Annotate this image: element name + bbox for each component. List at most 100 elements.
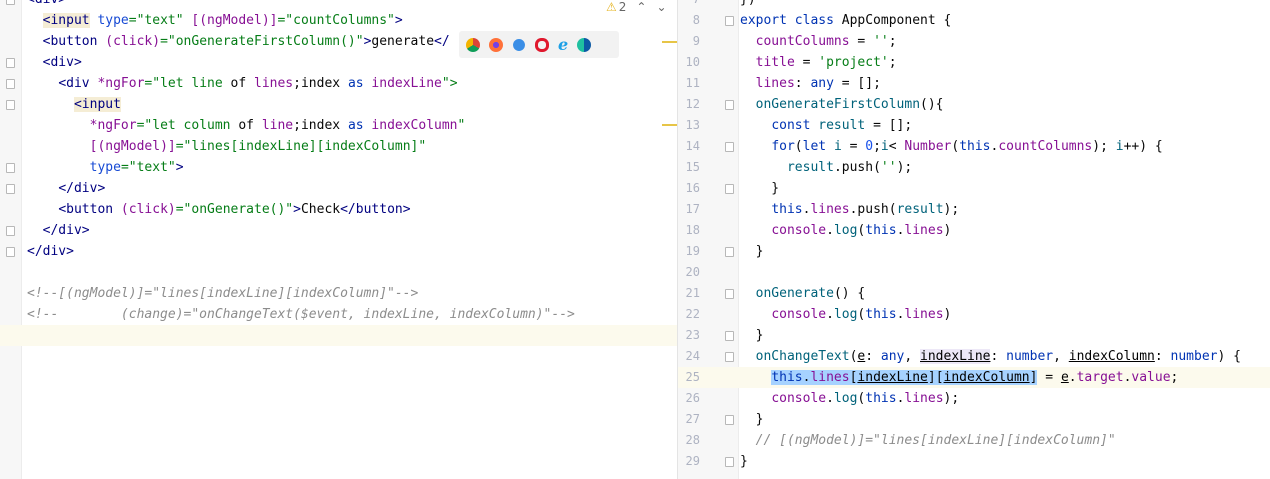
opera-icon[interactable] (535, 37, 549, 52)
fold-icon[interactable] (725, 247, 734, 257)
code-token: i (1115, 139, 1124, 154)
code-line[interactable]: type="text"> (0, 157, 677, 178)
code-line[interactable]: 24 onChangeText(e: any, indexLine: numbe… (678, 346, 1270, 367)
code-line[interactable]: 26 console.log(this.lines); (678, 388, 1270, 409)
code-line[interactable]: 7}) (678, 0, 1270, 10)
code-line[interactable]: 17 this.lines.push(result); (678, 199, 1270, 220)
ie-icon[interactable]: e (558, 36, 568, 52)
code-token: . (826, 307, 834, 322)
code-token: value (1131, 370, 1171, 385)
line-number: 25 (685, 370, 700, 384)
line-number: 13 (685, 118, 700, 132)
code-line[interactable]: 18 console.log(this.lines) (678, 220, 1270, 241)
code-token: log (833, 307, 858, 322)
code-line[interactable]: <button (click)="onGenerate()">Check</bu… (0, 199, 677, 220)
code-line[interactable]: *ngFor="let column of line;index as inde… (0, 115, 677, 136)
previous-highlight-button[interactable]: ⌃ (636, 0, 646, 14)
fold-icon[interactable] (6, 247, 15, 257)
ts-editor-pane[interactable]: 7})8export class AppComponent {9 countCo… (678, 0, 1270, 479)
code-text: console.log(this.lines) (740, 304, 951, 325)
code-text: <div> (27, 0, 66, 10)
code-line[interactable]: 12 onGenerateFirstColumn(){ (678, 94, 1270, 115)
code-text: onGenerate() { (740, 283, 866, 304)
code-line[interactable]: 23 } (678, 325, 1270, 346)
next-highlight-button[interactable]: ⌄ (656, 0, 666, 14)
fold-icon[interactable] (6, 100, 15, 110)
code-line[interactable]: [(ngModel)]="lines[indexLine][indexColum… (0, 136, 677, 157)
code-token: generate (371, 34, 435, 49)
safari-icon[interactable] (513, 38, 525, 51)
fold-icon[interactable] (725, 184, 734, 194)
code-line[interactable]: </div> (0, 220, 677, 241)
html-editor-pane[interactable]: <div> <input type="text" [(ngModel)]="co… (0, 0, 677, 479)
warning-icon: ⚠ (606, 0, 617, 14)
code-token: of (238, 118, 254, 133)
fold-icon[interactable] (6, 0, 15, 5)
chrome-icon[interactable] (466, 37, 480, 52)
code-token: '' (880, 160, 897, 175)
fold-icon[interactable] (725, 457, 734, 467)
code-line[interactable]: <!--[(ngModel)]="lines[indexLine][indexC… (0, 283, 677, 304)
code-token: . (826, 391, 834, 406)
warning-marker[interactable] (662, 124, 677, 126)
code-line[interactable]: 29} (678, 451, 1270, 472)
fold-icon[interactable] (725, 415, 734, 425)
inspection-widget[interactable]: ⚠ 2 ⌃ ⌄ (606, 0, 667, 14)
fold-icon[interactable] (725, 16, 734, 26)
code-line[interactable]: <!-- (change)="onChangeText($event, inde… (0, 304, 677, 325)
code-token: } (740, 244, 764, 259)
code-token: ;index (293, 76, 348, 91)
code-text: const result = []; (740, 115, 912, 136)
code-line[interactable]: </div> (0, 178, 677, 199)
fold-icon[interactable] (6, 79, 15, 89)
code-token: onChangeText (755, 349, 850, 364)
line-number: 15 (685, 160, 700, 174)
fold-icon[interactable] (725, 289, 734, 299)
code-line[interactable]: <input (0, 94, 677, 115)
code-line[interactable]: 15 result.push(''); (678, 157, 1270, 178)
code-line[interactable]: 10 title = 'project'; (678, 52, 1270, 73)
code-token: " (457, 118, 466, 133)
code-line[interactable]: 20 (678, 262, 1270, 283)
code-token: .push( (849, 202, 897, 217)
fold-icon[interactable] (725, 100, 734, 110)
fold-icon[interactable] (6, 163, 15, 173)
code-line[interactable]: 21 onGenerate() { (678, 283, 1270, 304)
code-line[interactable]: 27 } (678, 409, 1270, 430)
code-line[interactable]: 16 } (678, 178, 1270, 199)
code-line[interactable]: 25 this.lines[indexLine][indexColumn] = … (678, 367, 1270, 388)
fold-icon[interactable] (6, 184, 15, 194)
fold-icon[interactable] (6, 226, 15, 236)
code-line[interactable]: <input type="text" [(ngModel)]="countCol… (0, 10, 677, 31)
code-text: <button (click)="onGenerate()">Check</bu… (27, 199, 410, 220)
code-line[interactable]: 19 } (678, 241, 1270, 262)
code-token: Number (904, 139, 952, 154)
code-line[interactable]: <div *ngFor="let line of lines;index as … (0, 73, 677, 94)
firefox-icon[interactable] (489, 37, 503, 52)
fold-icon[interactable] (725, 331, 734, 341)
code-line[interactable]: 22 console.log(this.lines) (678, 304, 1270, 325)
code-line[interactable]: 13 const result = []; (678, 115, 1270, 136)
code-line[interactable]: 28 // [(ngModel)]="lines[indexLine][inde… (678, 430, 1270, 451)
code-token: ( (951, 139, 960, 154)
code-line[interactable]: </div> (0, 241, 677, 262)
code-line[interactable]: 8 export class AppComponent { (678, 10, 1270, 31)
code-line[interactable] (0, 262, 677, 283)
code-line[interactable] (0, 325, 677, 346)
code-line[interactable]: <div> (0, 0, 677, 10)
warning-marker[interactable] (662, 41, 677, 43)
code-token: <!--[(ngModel)]="lines[indexLine][indexC… (27, 286, 419, 301)
code-token: } (740, 181, 780, 196)
fold-icon[interactable] (725, 142, 734, 152)
code-line[interactable]: 9 countColumns = ''; (678, 31, 1270, 52)
fold-icon[interactable] (6, 58, 15, 68)
code-token: ;index (293, 118, 348, 133)
code-line[interactable]: 14 for(let i = 0;i< Number(this.countCol… (678, 136, 1270, 157)
code-line[interactable]: 11 lines: any = []; (678, 73, 1270, 94)
fold-icon[interactable] (725, 352, 734, 362)
code-text: } (740, 241, 764, 262)
edge-icon[interactable] (577, 37, 592, 52)
code-token: console (771, 223, 827, 238)
